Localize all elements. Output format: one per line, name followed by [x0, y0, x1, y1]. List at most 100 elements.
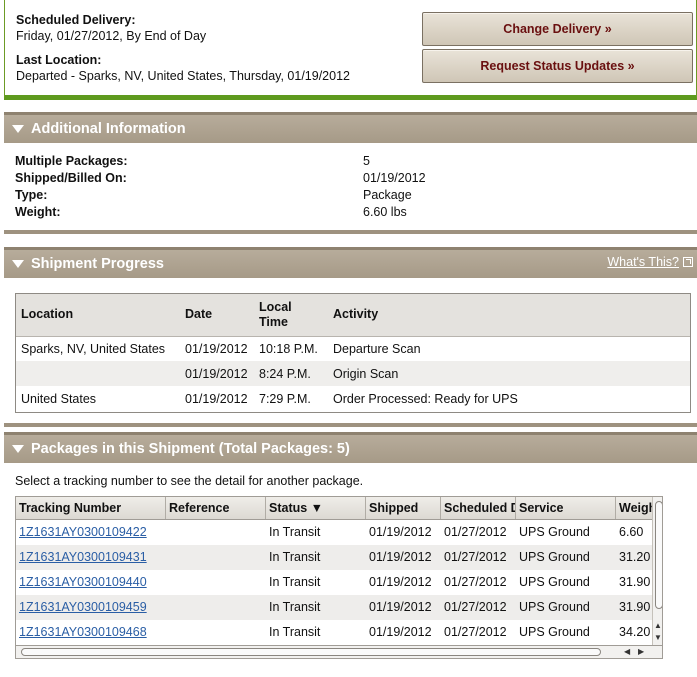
progress-activity: Origin Scan: [328, 361, 690, 386]
progress-time: 8:24 P.M.: [254, 361, 328, 386]
info-row: Type: Package: [15, 187, 675, 204]
col-service[interactable]: Service: [516, 497, 616, 519]
tracking-number-link[interactable]: 1Z1631AY0300109459: [19, 600, 147, 614]
change-delivery-button[interactable]: Change Delivery »: [422, 12, 693, 46]
info-row: Weight: 6.60 lbs: [15, 204, 675, 221]
info-value: 6.60 lbs: [363, 205, 407, 219]
info-row: Multiple Packages: 5: [15, 153, 675, 170]
info-value: 01/19/2012: [363, 171, 426, 185]
scroll-down-icon[interactable]: ▼: [654, 633, 662, 642]
additional-info-header[interactable]: Additional Information: [4, 112, 697, 143]
packages-grid: Tracking Number Reference Status ▼ Shipp…: [15, 496, 663, 646]
col-local-time: Local Time: [254, 294, 328, 337]
last-location-label: Last Location:: [16, 53, 102, 67]
package-row: 1Z1631AY0300109468 In Transit 01/19/2012 01…: [16, 620, 662, 645]
progress-location: United States: [21, 391, 97, 406]
tracking-number-link[interactable]: 1Z1631AY0300109431: [19, 550, 147, 564]
col-shipped[interactable]: Shipped: [366, 497, 441, 519]
package-row: 1Z1631AY0300109431 In Transit 01/19/2012 01…: [16, 545, 662, 570]
package-scheduled: 01/27/2012: [444, 575, 507, 589]
shipment-progress-header[interactable]: Shipment Progress What's This?: [4, 247, 697, 278]
shipment-progress-body: Location Date Local Time Activity Sparks…: [4, 280, 697, 423]
last-location-value: Departed - Sparks, NV, United States, Th…: [16, 69, 350, 83]
progress-location: Sparks, NV, United States: [21, 341, 166, 356]
section-divider: [4, 230, 697, 234]
packages-title: Packages in this Shipment (Total Package…: [31, 441, 350, 457]
whats-this-link[interactable]: What's This?: [607, 255, 693, 269]
last-location: Last Location: Departed - Sparks, NV, Un…: [16, 52, 350, 84]
info-label: Shipped/Billed On:: [15, 171, 127, 185]
package-reference: [166, 520, 266, 545]
package-scheduled: 01/27/2012: [444, 550, 507, 564]
col-tracking-number[interactable]: Tracking Number: [16, 497, 166, 519]
col-activity: Activity: [328, 294, 690, 337]
vertical-scrollbar[interactable]: ▲ ▼: [652, 497, 662, 645]
progress-table-frame: Location Date Local Time Activity Sparks…: [15, 293, 691, 413]
additional-info-table: Multiple Packages: 5 Shipped/Billed On: 01/…: [15, 153, 675, 221]
delivery-summary: Scheduled Delivery: Friday, 01/27/2012, …: [4, 0, 697, 100]
package-status: In Transit: [269, 600, 321, 614]
progress-row: United States 01/19/2012 7:29 P.M. Order Pr…: [16, 386, 690, 411]
additional-info-title: Additional Information: [31, 121, 186, 137]
external-link-icon: [683, 257, 693, 267]
progress-activity: Departure Scan: [333, 341, 421, 356]
tracking-number-link[interactable]: 1Z1631AY0300109468: [19, 625, 147, 639]
progress-activity: Order Processed: Ready for UPS: [333, 391, 518, 406]
info-label: Type:: [15, 188, 48, 202]
triangle-down-icon: [12, 445, 24, 453]
col-location: Location: [16, 294, 180, 337]
package-scheduled: 01/27/2012: [444, 600, 507, 614]
scheduled-delivery-label: Scheduled Delivery:: [16, 13, 136, 27]
progress-table: Location Date Local Time Activity Sparks…: [16, 294, 690, 411]
col-scheduled-delivery[interactable]: Scheduled Delivery: [441, 497, 516, 519]
info-value: 5: [363, 154, 370, 168]
package-status: In Transit: [269, 525, 321, 539]
package-row: 1Z1631AY0300109440 In Transit 01/19/2012 01…: [16, 570, 662, 595]
col-reference[interactable]: Reference: [166, 497, 266, 519]
package-shipped: 01/19/2012: [369, 625, 432, 639]
scroll-thumb[interactable]: [21, 648, 601, 656]
triangle-down-icon: [12, 260, 24, 268]
package-service: UPS Ground: [519, 625, 590, 639]
info-label: Multiple Packages:: [15, 154, 128, 168]
triangle-down-icon: [12, 125, 24, 133]
scroll-right-icon[interactable]: ▶: [638, 646, 644, 658]
package-status: In Transit: [269, 550, 321, 564]
info-value: Package: [363, 188, 412, 202]
additional-info-body: Multiple Packages: 5 Shipped/Billed On: 01/…: [4, 145, 697, 230]
progress-date: 01/19/2012: [180, 361, 254, 386]
scroll-up-icon[interactable]: ▲: [654, 621, 662, 630]
progress-location: [16, 361, 180, 386]
scheduled-delivery-value: Friday, 01/27/2012, By End of Day: [16, 29, 207, 43]
package-status: In Transit: [269, 625, 321, 639]
horizontal-scrollbar[interactable]: ◀ ▶: [15, 646, 663, 659]
progress-time: 10:18 P.M.: [259, 341, 318, 356]
request-status-updates-button[interactable]: Request Status Updates »: [422, 49, 693, 83]
whats-this-label: What's This?: [607, 255, 679, 269]
package-service: UPS Ground: [519, 600, 590, 614]
progress-row: 01/19/2012 8:24 P.M. Origin Scan: [16, 361, 690, 386]
packages-grid-rows: 1Z1631AY0300109422 In Transit 01/19/2012 01…: [16, 520, 662, 645]
package-reference: [166, 570, 266, 595]
progress-row: Sparks, NV, United States 01/19/2012 10:18…: [16, 336, 690, 361]
tracking-number-link[interactable]: 1Z1631AY0300109422: [19, 525, 147, 539]
package-reference: [166, 595, 266, 620]
package-shipped: 01/19/2012: [369, 525, 432, 539]
progress-date: 01/19/2012: [185, 391, 248, 406]
tracking-number-link[interactable]: 1Z1631AY0300109440: [19, 575, 147, 589]
package-shipped: 01/19/2012: [369, 550, 432, 564]
package-shipped: 01/19/2012: [369, 575, 432, 589]
package-reference: [166, 620, 266, 645]
scroll-left-icon[interactable]: ◀: [624, 646, 630, 658]
packages-header[interactable]: Packages in this Shipment (Total Package…: [4, 432, 697, 463]
col-status[interactable]: Status ▼: [266, 497, 366, 519]
package-service: UPS Ground: [519, 575, 590, 589]
package-reference: [166, 545, 266, 570]
package-service: UPS Ground: [519, 550, 590, 564]
package-shipped: 01/19/2012: [369, 600, 432, 614]
packages-body: Select a tracking number to see the deta…: [4, 465, 697, 677]
scroll-thumb[interactable]: [655, 501, 662, 609]
package-row: 1Z1631AY0300109422 In Transit 01/19/2012 01…: [16, 520, 662, 545]
packages-grid-header: Tracking Number Reference Status ▼ Shipp…: [16, 497, 662, 520]
package-status: In Transit: [269, 575, 321, 589]
